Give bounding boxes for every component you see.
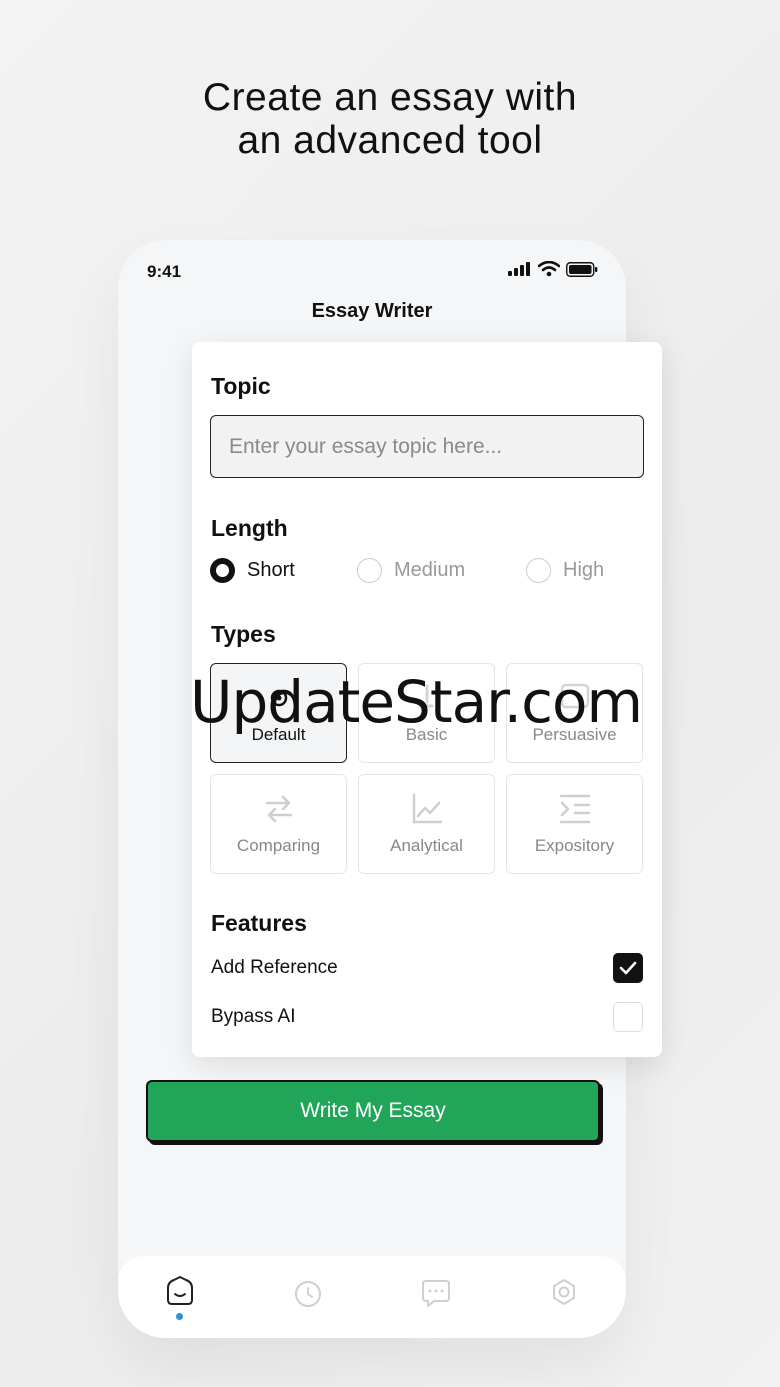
app-title: Essay Writer: [311, 300, 433, 322]
status-icons: [508, 261, 598, 277]
type-label: Default: [251, 725, 306, 744]
radio-button[interactable]: [526, 558, 551, 583]
list-indent-icon: [559, 794, 590, 824]
check-icon: [619, 961, 637, 975]
type-basic[interactable]: Basic: [358, 663, 495, 763]
settings-icon: [553, 1279, 575, 1305]
clock-icon: [295, 1281, 321, 1307]
feature-label: Bypass AI: [211, 1006, 296, 1027]
length-option-label: Short: [247, 559, 295, 581]
line-chart-icon: [412, 793, 442, 824]
features-label: Features: [211, 910, 307, 936]
bypass-ai-checkbox[interactable]: [613, 1002, 643, 1032]
battery-icon: [566, 261, 598, 277]
length-radio-group: Short Medium High: [210, 558, 650, 588]
type-label: Persuasive: [532, 725, 617, 744]
promo-headline: Create an essay with an advanced tool: [0, 76, 780, 162]
length-option-high[interactable]: High: [526, 558, 604, 583]
bottom-tab-bar: [118, 1256, 626, 1338]
type-persuasive[interactable]: Persuasive: [506, 663, 643, 763]
home-smile-icon: [167, 1276, 193, 1305]
feature-bypass-ai: Bypass AI: [211, 1002, 643, 1032]
feature-add-reference: Add Reference: [211, 953, 643, 983]
feature-label: Add Reference: [211, 957, 338, 978]
wifi-icon: [538, 261, 560, 277]
radio-button[interactable]: [210, 558, 235, 583]
type-analytical[interactable]: Analytical: [358, 774, 495, 874]
length-label: Length: [211, 515, 288, 541]
message-icon: [560, 683, 589, 709]
type-label: Comparing: [236, 836, 321, 855]
tab-home[interactable]: [160, 1272, 200, 1312]
length-option-label: High: [563, 559, 605, 581]
topic-label: Topic: [211, 373, 271, 399]
pen-icon: [420, 684, 433, 708]
topic-input[interactable]: [210, 415, 644, 478]
type-label: Expository: [534, 836, 615, 855]
status-time: 9:41: [147, 262, 182, 281]
arrows-swap-icon: [265, 795, 292, 823]
tab-history[interactable]: [288, 1272, 328, 1312]
tab-chat[interactable]: [416, 1272, 456, 1312]
type-comparing[interactable]: Comparing: [210, 774, 347, 874]
types-label: Types: [211, 621, 276, 647]
chat-icon: [422, 1280, 450, 1307]
length-option-label: Medium: [394, 559, 466, 581]
type-default[interactable]: Default: [210, 663, 347, 763]
type-label: Analytical: [390, 836, 463, 855]
type-expository[interactable]: Expository: [506, 774, 643, 874]
tab-settings[interactable]: [544, 1272, 584, 1312]
headline-line-2: an advanced tool: [237, 119, 543, 162]
essay-form-card: Topic Length Short Medium High Types Def…: [192, 342, 662, 1057]
signal-icon: [508, 262, 530, 276]
write-my-essay-button[interactable]: Write My Essay: [146, 1080, 600, 1142]
sparkle-icon: [270, 689, 287, 707]
radio-button[interactable]: [357, 558, 382, 583]
active-tab-indicator: [176, 1313, 183, 1320]
type-label: Basic: [405, 725, 448, 744]
length-option-short[interactable]: Short: [210, 558, 295, 583]
length-option-medium[interactable]: Medium: [357, 558, 465, 583]
add-reference-checkbox[interactable]: [613, 953, 643, 983]
headline-line-1: Create an essay with: [202, 76, 578, 119]
